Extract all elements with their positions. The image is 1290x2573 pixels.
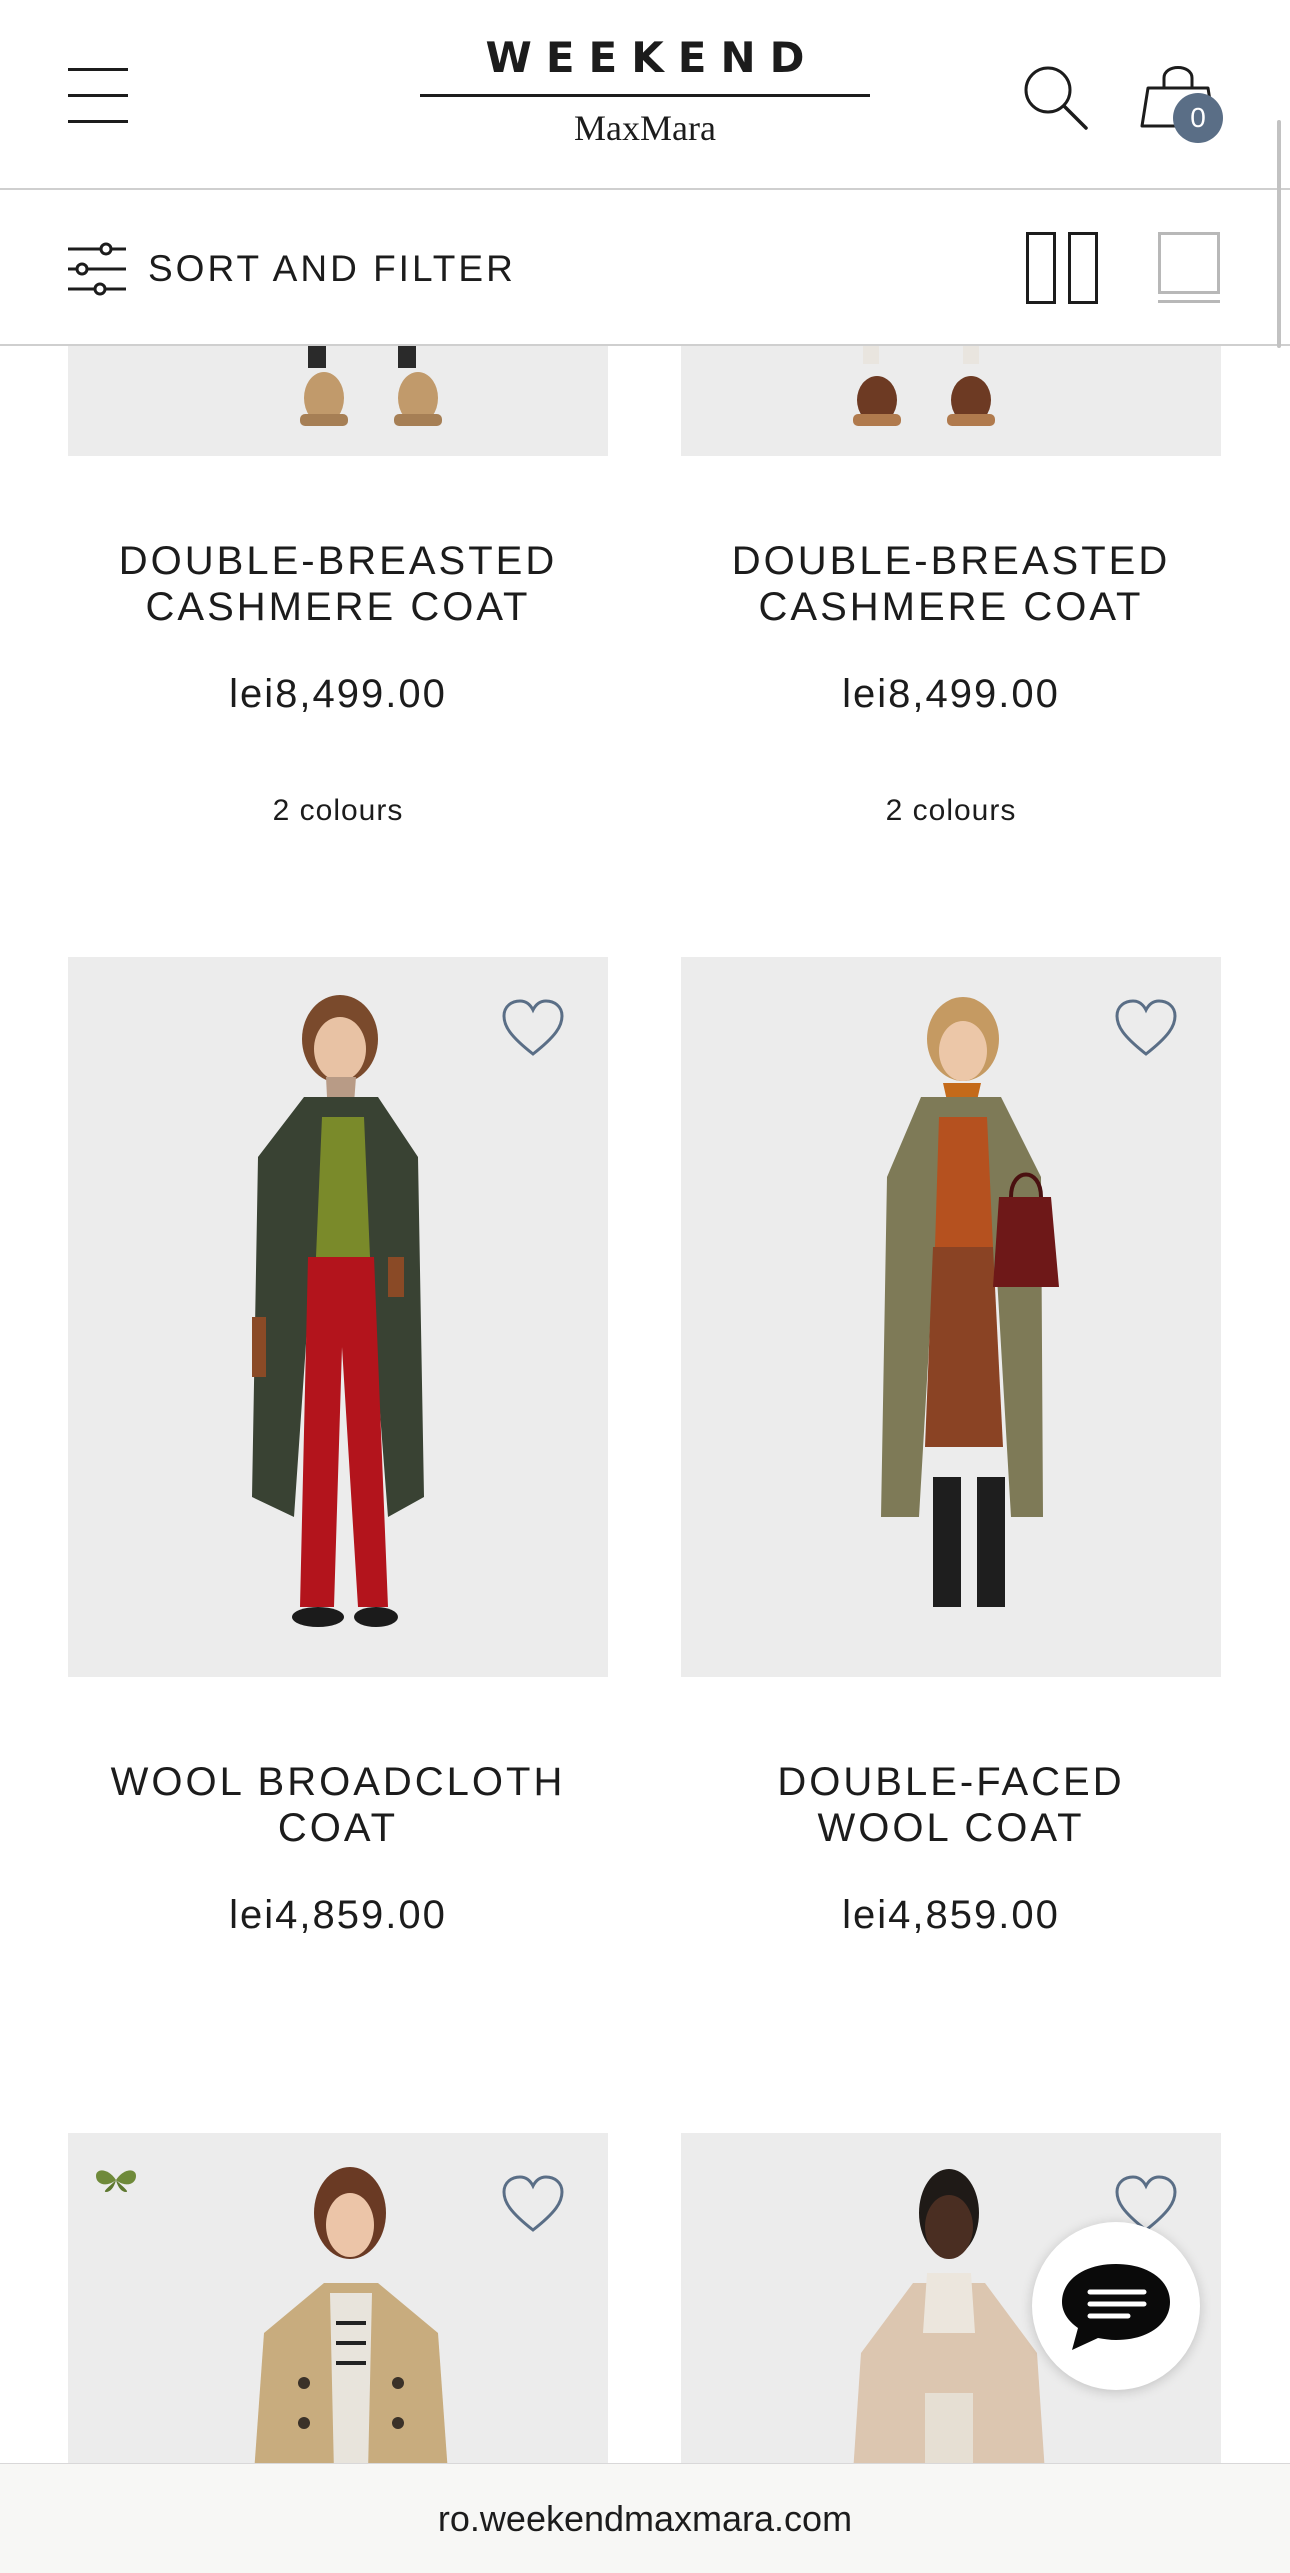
product-name-line: CASHMERE COAT [145,585,531,629]
grid-two-icon[interactable] [1026,232,1098,304]
heart-icon[interactable] [1113,998,1179,1058]
logo-weekend: WEEKEND [485,33,819,82]
product-name-line: CASHMERE COAT [758,585,1144,629]
heart-icon[interactable] [500,998,566,1058]
product-name[interactable]: DOUBLE-BREASTED CASHMERE COAT [681,538,1221,630]
product-image[interactable] [681,957,1221,1677]
product-name-line: COAT [277,1806,399,1850]
product-name[interactable]: DOUBLE-FACED WOOL COAT [681,1759,1221,1851]
sort-filter-label: SORT AND FILTER [148,248,516,289]
product-colours[interactable]: 2 colours [68,794,608,828]
filter-bar: SORT AND FILTER [0,190,1290,346]
chat-icon [1062,2264,1170,2350]
logo-maxmara: MaxMara [574,108,716,148]
filter-sliders-icon [68,242,126,296]
url-text: ro.weekendmaxmara.com [437,2498,853,2539]
heart-icon[interactable] [500,2174,566,2234]
menu-icon[interactable] [68,68,128,124]
logo-divider [420,94,870,97]
product-name-line: DOUBLE-BREASTED [118,539,558,583]
browser-url-bar[interactable]: ro.weekendmaxmara.com [0,2463,1290,2573]
product-name-line: DOUBLE-BREASTED [731,539,1171,583]
product-price: lei8,499.00 [229,672,447,716]
product-image[interactable] [68,957,608,1677]
sort-filter-button[interactable]: SORT AND FILTER [66,234,516,304]
product-name[interactable]: WOOL BROADCLOTH COAT [68,1759,608,1851]
butterfly-icon [96,2170,136,2192]
scrollbar[interactable] [1277,120,1281,348]
product-price: lei4,859.00 [842,1893,1060,1937]
product-price: lei8,499.00 [842,672,1060,716]
cart-count-badge[interactable]: 0 [1173,93,1223,143]
product-name[interactable]: DOUBLE-BREASTED CASHMERE COAT [68,538,608,630]
product-name-line: WOOL BROADCLOTH [110,1760,566,1804]
product-image[interactable] [68,346,608,456]
grid-one-icon[interactable] [1158,232,1220,304]
product-name-line: WOOL COAT [817,1806,1085,1850]
product-name-line: DOUBLE-FACED [777,1760,1125,1804]
chat-button[interactable] [1032,2222,1200,2390]
product-image[interactable] [681,346,1221,456]
search-icon[interactable] [1020,62,1090,132]
product-price: lei4,859.00 [229,1893,447,1937]
product-colours[interactable]: 2 colours [681,794,1221,828]
site-header: WEEKEND MaxMara 0 [0,0,1290,190]
brand-logo[interactable]: WEEKEND MaxMara [420,30,870,160]
